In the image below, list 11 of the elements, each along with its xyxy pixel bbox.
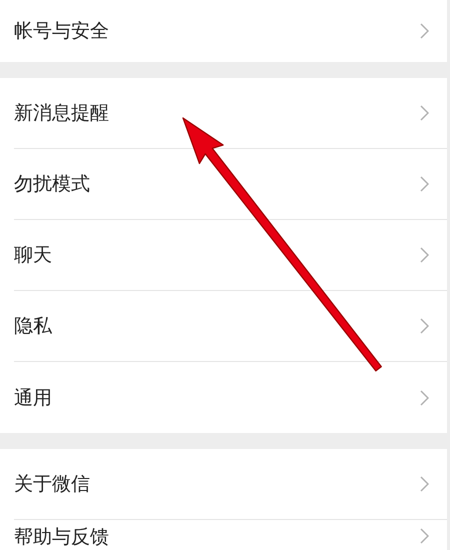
chevron-icon <box>420 105 429 121</box>
chevron-icon <box>420 318 429 334</box>
chevron-icon <box>420 476 429 492</box>
chevron-icon <box>420 390 429 406</box>
settings-item[interactable]: 帮助与反馈 <box>14 520 447 550</box>
settings-item[interactable]: 关于微信 <box>14 449 447 520</box>
settings-item[interactable]: 通用 <box>14 362 447 433</box>
chevron-icon <box>420 247 429 263</box>
chevron-icon <box>420 176 429 192</box>
chevron-icon <box>420 528 429 544</box>
chevron-icon <box>420 23 429 39</box>
